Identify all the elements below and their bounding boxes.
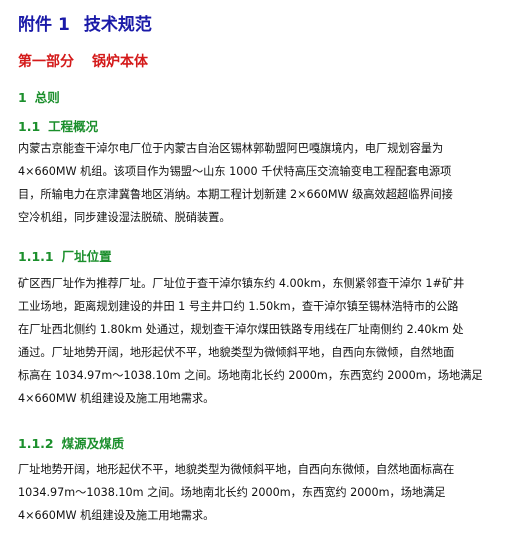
paragraph-line: 内蒙古京能查干淖尔电厂位于内蒙古自治区锡林郭勒盟阿巴嘎旗境内，电厂规划容量为	[18, 142, 444, 155]
section-number: 1.1.2	[18, 436, 54, 451]
paragraph-line: 4×660MW 机组建设及施工用地需求。	[18, 509, 215, 522]
paragraph-line: 4×660MW 机组。该项目作为锡盟～山东 1000 千伏特高压交流输变电工程配…	[18, 165, 452, 178]
paragraph-line: 目，所输电力在京津冀鲁地区消纳。本期工程计划新建 2×660MW 级高效超超临界…	[18, 188, 453, 201]
annex-title: 技术规范	[83, 15, 152, 35]
paragraph-line: 标高在 1034.97m～1038.10m 之间。场地南北长约 2000m，东西…	[18, 369, 483, 382]
document-page: 附件 1 技术规范 第一部分 锅炉本体 1 总则 1.1 工程概况 内蒙古京能查干淖尔电厂…	[0, 0, 527, 542]
section-title: 煤源及煤质	[61, 436, 125, 451]
part-label: 第一部分	[18, 54, 74, 70]
annex-prefix: 附件	[18, 15, 52, 35]
paragraph-line: 厂址地势开阔，地形起伏不平，地貌类型为微倾斜平地，自西向东微倾，自然地面标高在	[18, 463, 455, 476]
paragraph-coal-source: 厂址地势开阔，地形起伏不平，地貌类型为微倾斜平地，自西向东微倾，自然地面标高在 …	[18, 458, 518, 527]
paragraph-line: 通过。厂址地势开阔，地形起伏不平，地貌类型为微倾斜平地，自西向东微倾，自然地面	[18, 346, 455, 359]
paragraph-line: 工业场地，距离规划建设的井田 1 号主井口约 1.50km，查干淖尔镇至锡林浩特…	[18, 300, 459, 313]
section-heading-1-1-1: 1.1.1 厂址位置	[18, 246, 112, 265]
section-number: 1.1	[18, 119, 41, 134]
paragraph-line: 4×660MW 机组建设及施工用地需求。	[18, 392, 215, 405]
paragraph-line: 空冷机组，同步建设湿法脱硫、脱硝装置。	[18, 211, 231, 224]
annex-heading: 附件 1 技术规范	[18, 10, 152, 35]
section-heading-1-1-2: 1.1.2 煤源及煤质	[18, 433, 124, 452]
part-subject: 锅炉本体	[92, 54, 148, 70]
annex-number: 1	[58, 15, 70, 35]
paragraph-line: 矿区西厂址作为推荐厂址。厂址位于查干淖尔镇东约 4.00km，东侧紧邻查干淖尔 …	[18, 277, 465, 290]
paragraph-site-location: 矿区西厂址作为推荐厂址。厂址位于查干淖尔镇东约 4.00km，东侧紧邻查干淖尔 …	[18, 272, 518, 410]
paragraph-project-overview: 内蒙古京能查干淖尔电厂位于内蒙古自治区锡林郭勒盟阿巴嘎旗境内，电厂规划容量为 4…	[18, 137, 518, 229]
section-title: 总则	[34, 90, 60, 105]
section-title: 工程概况	[48, 119, 99, 134]
section-heading-1-1: 1.1 工程概况	[18, 116, 98, 135]
section-title: 厂址位置	[61, 249, 112, 264]
section-heading-1: 1 总则	[18, 87, 60, 106]
section-number: 1	[18, 90, 27, 105]
section-number: 1.1.1	[18, 249, 54, 264]
paragraph-line: 在厂址西北侧约 1.80km 处通过，规划查干淖尔煤田铁路专用线在厂址南侧约 2…	[18, 323, 464, 336]
part-heading: 第一部分 锅炉本体	[18, 51, 148, 71]
paragraph-line: 1034.97m～1038.10m 之间。场地南北长约 2000m，东西宽约 2…	[18, 486, 446, 499]
